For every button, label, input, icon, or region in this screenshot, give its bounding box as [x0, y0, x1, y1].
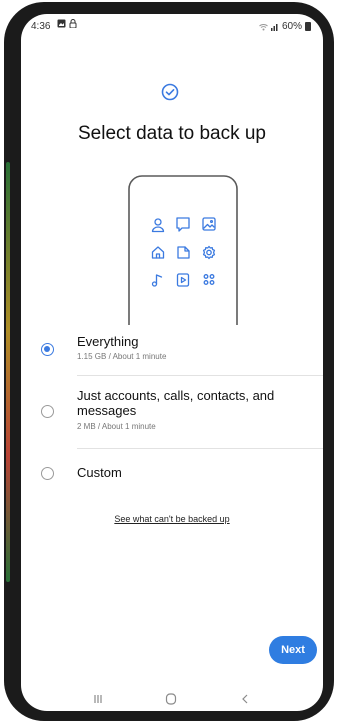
option-everything[interactable]: Everything 1.15 GB / About 1 minute — [21, 332, 323, 376]
option-label: Custom — [77, 465, 122, 480]
option-custom[interactable]: Custom — [21, 456, 323, 486]
battery-percent: 60% — [281, 21, 302, 32]
check-circle-icon — [160, 82, 180, 102]
status-bar: 4:36 60% — [21, 14, 323, 38]
home-button-icon[interactable] — [161, 690, 181, 708]
cant-back-up-link[interactable]: See what can't be backed up — [21, 514, 323, 524]
image-icon — [202, 217, 216, 231]
phone-frame: 4:36 60% Select data to back up Everythi… — [4, 2, 334, 721]
radio-everything[interactable] — [41, 343, 54, 356]
phone-illustration — [128, 175, 238, 325]
radio-custom[interactable] — [41, 467, 54, 480]
option-subtext: 1.15 GB / About 1 minute — [77, 352, 167, 361]
screen: 4:36 60% Select data to back up Everythi… — [21, 14, 323, 711]
home-icon — [151, 246, 165, 259]
settings-icon — [202, 245, 216, 260]
radio-just-accounts[interactable] — [41, 405, 54, 418]
option-label-line2: messages — [77, 403, 137, 418]
gallery-notification-icon — [57, 19, 66, 28]
signal-icon — [270, 23, 278, 31]
wifi-icon — [259, 23, 268, 30]
lock-notification-icon — [69, 19, 77, 28]
person-icon — [151, 218, 165, 233]
chat-icon — [176, 217, 190, 232]
divider — [77, 448, 323, 449]
document-icon — [177, 246, 190, 259]
navigation-bar — [21, 690, 323, 708]
back-icon[interactable] — [235, 690, 255, 708]
option-subtext: 2 MB / About 1 minute — [77, 422, 156, 431]
page-title: Select data to back up — [77, 123, 266, 144]
option-just-accounts[interactable]: Just accounts, calls, contacts, and mess… — [21, 378, 323, 448]
status-time: 4:36 — [31, 21, 51, 32]
apps-icon — [203, 274, 215, 285]
recent-apps-icon[interactable] — [88, 690, 108, 708]
battery-icon — [305, 22, 311, 31]
music-icon — [151, 274, 163, 287]
video-icon — [176, 273, 190, 287]
next-button[interactable]: Next — [269, 636, 317, 664]
option-label-line1: Just accounts, calls, contacts, and — [77, 388, 275, 403]
divider — [77, 375, 323, 376]
option-label: Everything — [77, 334, 139, 349]
